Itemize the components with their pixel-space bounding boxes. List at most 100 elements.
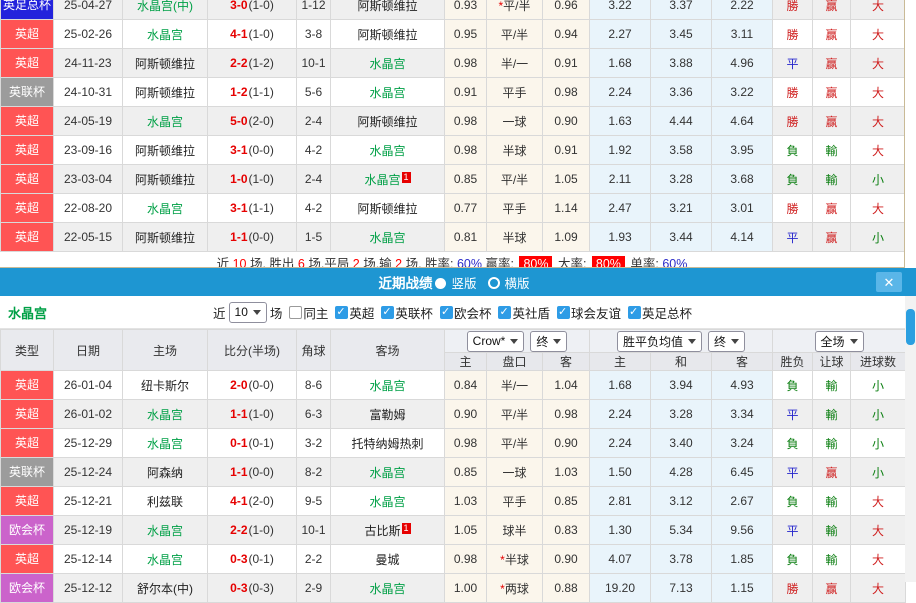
ah-home-odds-cell: 0.98 — [445, 545, 487, 574]
halftime-score: (0-1) — [249, 436, 274, 450]
home-team-name[interactable]: 水晶宫 — [147, 408, 183, 422]
filter-checkbox-item[interactable]: 欧会杯 — [440, 303, 492, 322]
eu-away-odds-cell: 3.01 — [712, 194, 773, 223]
away-team-name[interactable]: 阿斯顿维拉 — [357, 202, 417, 216]
home-team-name[interactable]: 水晶宫 — [147, 553, 183, 567]
result-goals-cell: 大 — [851, 516, 906, 545]
odds-stage-select-1[interactable]: 终 — [530, 331, 567, 352]
home-team-name[interactable]: 水晶宫 — [147, 437, 183, 451]
away-team-name[interactable]: 水晶宫 — [369, 495, 405, 509]
away-team-name[interactable]: 水晶宫 — [369, 86, 405, 100]
eu-away-odds-cell: 2.67 — [712, 487, 773, 516]
match-count-select[interactable]: 10 — [229, 302, 267, 323]
away-team-cell: 水晶宫 — [331, 458, 445, 487]
radio-selected-icon[interactable] — [435, 278, 446, 289]
home-team-name[interactable]: 水晶宫 — [147, 28, 183, 42]
away-team-name[interactable]: 曼城 — [375, 553, 399, 567]
away-team-name[interactable]: 阿斯顿维拉 — [357, 115, 417, 129]
league-cell: 英超 — [1, 545, 54, 574]
checkbox-checked-icon[interactable] — [440, 306, 453, 319]
view-option-label[interactable]: 横版 — [505, 277, 530, 291]
ah-home-odds-cell: 0.93 — [445, 0, 487, 20]
odds-source-select[interactable]: Crow* — [467, 331, 525, 352]
dropdown-wrap: 全场 — [773, 331, 905, 352]
home-team-name[interactable]: 舒尔本(中) — [137, 582, 193, 596]
checkbox-checked-icon[interactable] — [498, 306, 511, 319]
home-team-cell: 阿斯顿维拉 — [123, 165, 208, 194]
home-team-name[interactable]: 阿斯顿维拉 — [135, 57, 195, 71]
checkbox-checked-icon[interactable] — [628, 306, 641, 319]
filter-checkbox-item[interactable]: 同主 — [289, 303, 328, 322]
halftime-score: (1-0) — [249, 27, 274, 41]
filter-checkbox-item[interactable]: 英联杯 — [381, 303, 433, 322]
away-team-name[interactable]: 水晶宫 — [369, 57, 405, 71]
result-goals-cell: 小 — [851, 165, 906, 194]
checkbox-checked-icon[interactable] — [381, 306, 394, 319]
away-team-name[interactable]: 水晶宫 — [369, 144, 405, 158]
score-cell: 2-2(1-2) — [208, 49, 297, 78]
ah-home-odds-cell: 0.98 — [445, 49, 487, 78]
home-team-name[interactable]: 阿斯顿维拉 — [135, 144, 195, 158]
filter-checkbox-item[interactable]: 英足总杯 — [628, 303, 692, 322]
result-handicap-cell: 輸 — [813, 545, 851, 574]
eu-away-odds-cell: 6.45 — [712, 458, 773, 487]
away-team-name[interactable]: 托特纳姆热刺 — [351, 437, 423, 451]
league-badge: 英超 — [1, 545, 53, 573]
checkbox-unchecked-icon[interactable] — [289, 306, 302, 319]
scrollbar-track[interactable] — [905, 296, 916, 582]
corner-cell: 3-8 — [297, 20, 331, 49]
home-team-cell: 纽卡斯尔 — [123, 371, 208, 400]
home-team-name[interactable]: 水晶宫 — [147, 202, 183, 216]
scrollbar-thumb[interactable] — [906, 309, 915, 345]
eu-home-odds-cell: 1.93 — [590, 223, 651, 252]
league-badge: 英联杯 — [1, 78, 53, 106]
checkbox-checked-icon[interactable] — [335, 306, 348, 319]
away-team-name[interactable]: 阿斯顿维拉 — [357, 28, 417, 42]
avg-metric-select[interactable]: 胜平负均值 — [617, 331, 702, 352]
ah-home-odds-cell: 0.84 — [445, 371, 487, 400]
checkbox-checked-icon[interactable] — [557, 306, 570, 319]
away-team-name[interactable]: 古比斯 — [364, 524, 400, 538]
away-team-name[interactable]: 阿斯顿维拉 — [357, 0, 417, 13]
away-team-name[interactable]: 水晶宫 — [369, 231, 405, 245]
corner-cell: 10-1 — [297, 516, 331, 545]
home-team-name[interactable]: 水晶宫 — [147, 524, 183, 538]
home-team-name[interactable]: 阿森纳 — [147, 466, 183, 480]
home-team-name[interactable]: 水晶宫(中) — [137, 0, 193, 13]
away-team-name[interactable]: 水晶宫 — [369, 379, 405, 393]
away-team-name[interactable]: 水晶宫 — [364, 173, 400, 187]
match-date-cell: 24-10-31 — [54, 78, 123, 107]
away-team-name[interactable]: 富勒姆 — [369, 408, 405, 422]
halftime-score: (2-0) — [249, 494, 274, 508]
filter-checkbox-item[interactable]: 英社盾 — [498, 303, 550, 322]
chevron-down-icon — [850, 339, 858, 344]
scope-select[interactable]: 全场 — [815, 331, 864, 352]
filter-label: 同主 — [303, 303, 328, 322]
view-option-label[interactable]: 竖版 — [451, 277, 476, 291]
halftime-score: (0-0) — [249, 378, 274, 392]
filter-checkbox-item[interactable]: 英超 — [335, 303, 374, 322]
home-team-name[interactable]: 纽卡斯尔 — [141, 379, 189, 393]
result-handicap-cell: 輸 — [813, 136, 851, 165]
fulltime-score: 2-2 — [230, 56, 247, 70]
result-wdl-cell: 負 — [773, 371, 813, 400]
match-row: 英超24-11-23阿斯顿维拉2-2(1-2)10-1水晶宫0.98半/一0.9… — [1, 49, 906, 78]
sub-column-header: 盘口 — [487, 353, 543, 371]
summary-segment: 6 — [298, 257, 305, 268]
sub-column-header: 主 — [445, 353, 487, 371]
halftime-score: (1-0) — [249, 172, 274, 186]
match-row: 英联杯24-10-31阿斯顿维拉1-2(1-1)5-6水晶宫0.91平手0.98… — [1, 78, 906, 107]
odds-stage-select-2[interactable]: 终 — [708, 331, 745, 352]
home-team-name[interactable]: 阿斯顿维拉 — [135, 173, 195, 187]
home-team-name[interactable]: 阿斯顿维拉 — [135, 86, 195, 100]
filter-checkbox-item[interactable]: 球会友谊 — [557, 303, 621, 322]
away-team-name[interactable]: 水晶宫 — [369, 466, 405, 480]
radio-unselected-icon[interactable] — [488, 277, 500, 289]
home-team-name[interactable]: 水晶宫 — [147, 115, 183, 129]
close-button[interactable]: ✕ — [876, 272, 902, 292]
home-team-name[interactable]: 阿斯顿维拉 — [135, 231, 195, 245]
ah-away-odds-cell: 0.98 — [543, 78, 590, 107]
away-team-name[interactable]: 水晶宫 — [369, 582, 405, 596]
home-team-name[interactable]: 利兹联 — [147, 495, 183, 509]
ah-home-odds-cell: 0.98 — [445, 107, 487, 136]
